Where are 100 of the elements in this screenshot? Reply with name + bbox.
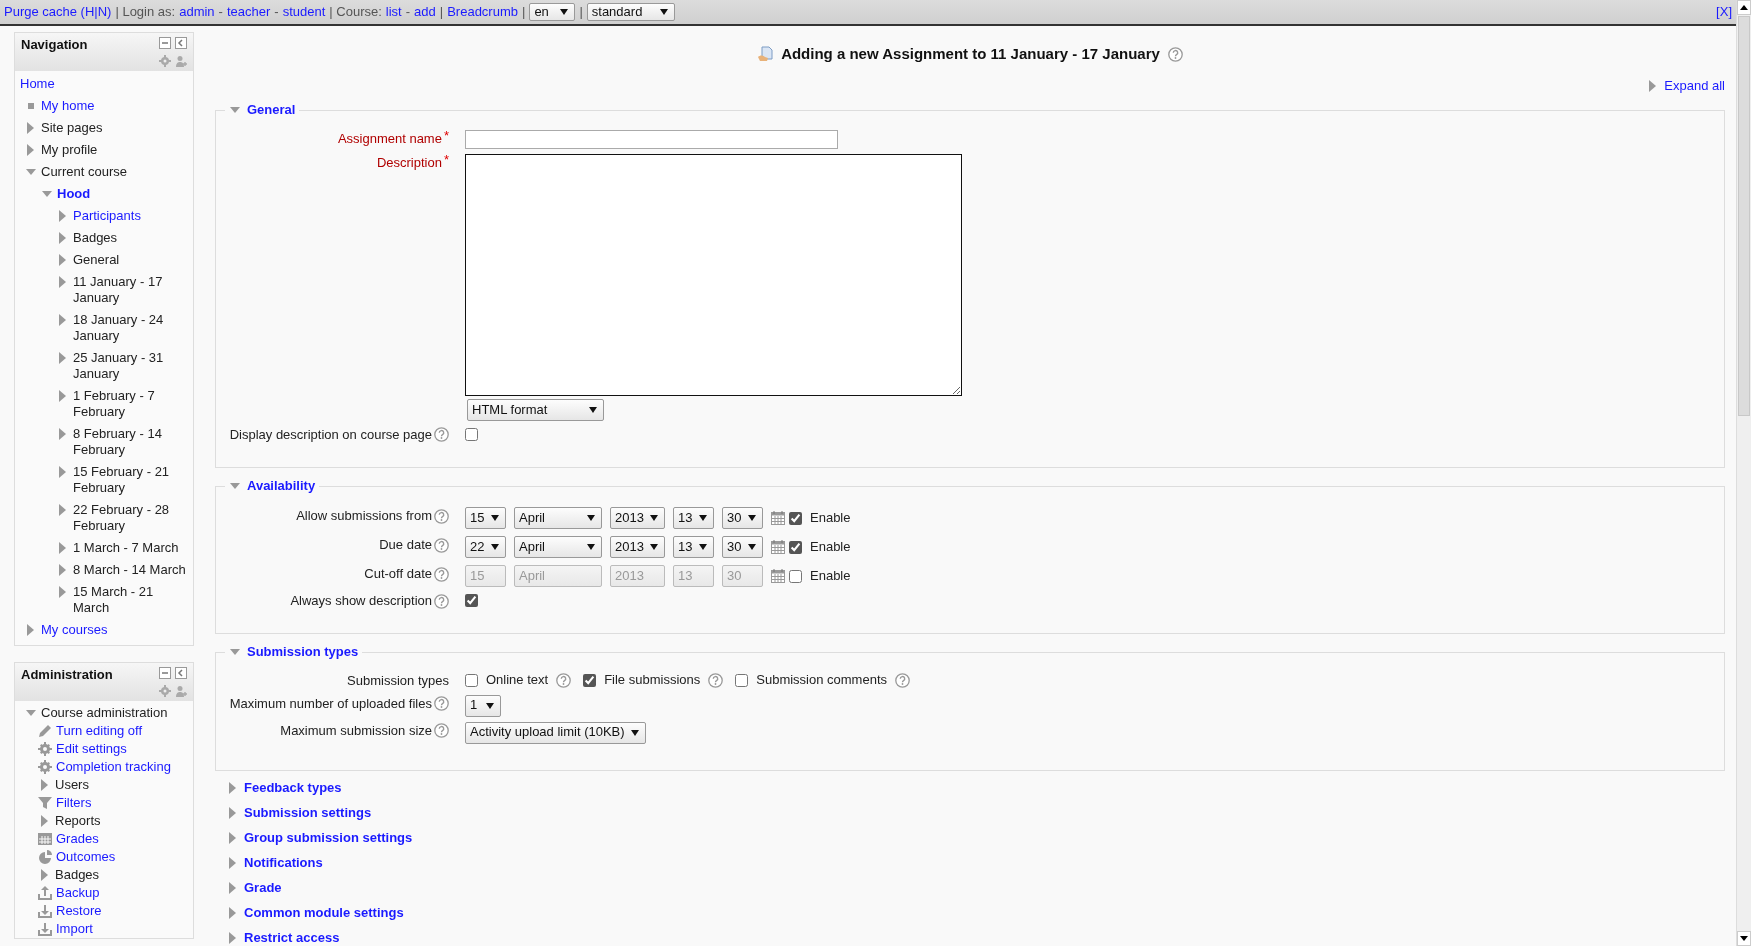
caret-right-icon[interactable]	[229, 807, 236, 819]
language-select[interactable]: en	[529, 2, 576, 21]
caret-right-icon[interactable]	[59, 313, 66, 326]
section-toggle[interactable]: Submission types	[247, 644, 359, 661]
current-course-link[interactable]: Hood	[57, 185, 91, 202]
caret-right-icon[interactable]	[59, 503, 66, 516]
caret-right-icon[interactable]	[27, 623, 34, 636]
caret-right-icon[interactable]	[229, 857, 236, 869]
day-select[interactable]: 22	[465, 536, 506, 558]
nav-link[interactable]: Import	[56, 920, 93, 937]
caret-right-icon[interactable]	[59, 541, 66, 554]
section-toggle[interactable]: Group submission settings	[244, 829, 413, 847]
nav-item[interactable]: 8 February - 14 February	[73, 425, 187, 458]
checkbox[interactable]	[583, 673, 597, 687]
help-icon[interactable]	[1167, 46, 1183, 62]
nav-link[interactable]: Completion tracking	[56, 758, 171, 775]
nav-link[interactable]: Grades	[56, 830, 99, 847]
nav-link[interactable]: Turn editing off	[56, 722, 142, 739]
caret-right-icon[interactable]	[1649, 79, 1657, 92]
text-input[interactable]	[465, 129, 838, 149]
caret-down-icon[interactable]	[24, 708, 37, 717]
calendar-icon[interactable]	[771, 511, 785, 525]
scrollbar[interactable]	[1736, 0, 1751, 946]
enable-checkbox[interactable]	[789, 540, 802, 554]
caret-right-icon[interactable]	[229, 882, 236, 894]
toolbar-link[interactable]: student	[282, 3, 326, 20]
nav-item[interactable]: Site pages	[41, 119, 103, 136]
minute-select[interactable]: 30	[722, 507, 763, 529]
scroll-thumb[interactable]	[1738, 16, 1750, 416]
nav-link[interactable]: Backup	[56, 884, 100, 901]
nav-item[interactable]: My profile	[41, 141, 98, 158]
dock-icon[interactable]	[175, 36, 187, 49]
section-toggle[interactable]: Grade	[244, 879, 282, 897]
caret-right-icon[interactable]	[27, 121, 34, 134]
nav-link[interactable]: Participants	[73, 207, 141, 224]
section-toggle[interactable]: Notifications	[244, 854, 323, 872]
nav-item[interactable]: 18 January - 24 January	[73, 311, 187, 344]
caret-right-icon[interactable]	[59, 427, 66, 440]
caret-right-icon[interactable]	[229, 782, 236, 794]
nav-item[interactable]: 11 January - 17 January	[73, 273, 187, 306]
caret-right-icon[interactable]	[59, 275, 66, 288]
nav-link[interactable]: Home	[20, 75, 55, 92]
caret-right-icon[interactable]	[59, 253, 66, 266]
nav-item[interactable]: Course administration	[41, 704, 168, 721]
caret-right-icon[interactable]	[41, 814, 48, 827]
nav-item[interactable]: 22 February - 28 February	[73, 501, 187, 534]
minute-select[interactable]: 30	[722, 536, 763, 558]
dropdown-select[interactable]: 1	[465, 694, 501, 717]
caret-right-icon[interactable]	[59, 585, 66, 598]
caret-down-icon[interactable]	[24, 167, 37, 176]
nav-item[interactable]: 25 January - 31 January	[73, 349, 187, 382]
caret-down-icon[interactable]	[40, 189, 53, 198]
nav-item[interactable]: General	[73, 251, 120, 268]
nav-item[interactable]: 15 February - 21 February	[73, 463, 187, 496]
theme-select[interactable]: standard	[586, 2, 675, 21]
toolbar-link[interactable]: add	[414, 3, 436, 20]
section-toggle[interactable]: Availability	[247, 477, 316, 495]
year-select[interactable]: 2013	[610, 507, 665, 529]
caret-right-icon[interactable]	[27, 143, 34, 156]
nav-link[interactable]: Restore	[56, 902, 102, 919]
minimize-icon[interactable]	[159, 36, 171, 49]
section-toggle[interactable]: Feedback types	[244, 779, 342, 797]
nav-link[interactable]: My courses	[41, 621, 108, 638]
close-link[interactable]: [X]	[1716, 3, 1732, 20]
minimize-icon[interactable]	[159, 666, 171, 679]
section-toggle[interactable]: Common module settings	[244, 904, 404, 922]
nav-link[interactable]: Outcomes	[56, 848, 116, 865]
caret-right-icon[interactable]	[59, 209, 66, 222]
checkbox[interactable]	[735, 673, 749, 687]
calendar-icon[interactable]	[771, 540, 785, 554]
nav-item[interactable]: Users	[55, 776, 89, 793]
toolbar-link[interactable]: Breadcrumb	[447, 3, 518, 20]
nav-link[interactable]: Filters	[56, 794, 92, 811]
section-toggle[interactable]: Submission settings	[244, 804, 372, 822]
toolbar-link[interactable]: admin	[179, 3, 215, 20]
help-icon[interactable]	[434, 537, 449, 553]
caret-right-icon[interactable]	[59, 563, 66, 576]
enable-checkbox[interactable]	[789, 511, 802, 525]
checkbox[interactable]	[465, 427, 478, 441]
nav-item[interactable]: 15 March - 21 March	[73, 583, 187, 616]
month-select[interactable]: April	[514, 536, 602, 558]
year-select[interactable]: 2013	[610, 536, 665, 558]
nav-item[interactable]: 8 March - 14 March	[73, 561, 186, 578]
nav-link[interactable]: Edit settings	[56, 740, 127, 757]
section-toggle[interactable]: General	[247, 101, 296, 118]
caret-right-icon[interactable]	[41, 868, 48, 881]
caret-right-icon[interactable]	[59, 231, 66, 244]
caret-right-icon[interactable]	[229, 832, 236, 844]
expand-all-link[interactable]: Expand all	[1664, 77, 1725, 94]
checkbox[interactable]	[465, 673, 478, 687]
help-icon[interactable]	[434, 723, 449, 739]
caret-right-icon[interactable]	[59, 351, 66, 364]
help-icon[interactable]	[434, 427, 449, 443]
dropdown-select[interactable]: Activity upload limit (10KB)	[465, 721, 646, 744]
day-select[interactable]: 15	[465, 507, 506, 529]
caret-down-icon[interactable]	[229, 648, 241, 657]
checkbox[interactable]	[465, 594, 478, 607]
caret-down-icon[interactable]	[229, 482, 241, 490]
help-icon[interactable]	[556, 672, 572, 688]
hour-select[interactable]: 13	[673, 507, 714, 529]
